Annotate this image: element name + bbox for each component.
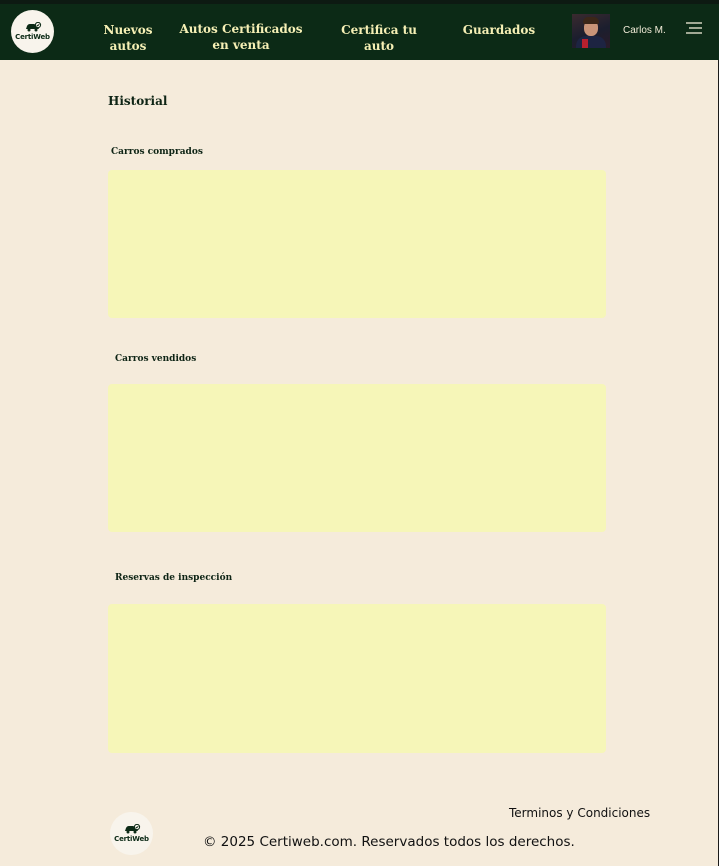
brand-logo-text: CertiWeb [15, 33, 50, 41]
footer-logo[interactable]: CertiWeb [110, 812, 153, 855]
hamburger-menu-icon[interactable] [684, 20, 704, 36]
terms-link[interactable]: Terminos y Condiciones [509, 806, 650, 820]
panel-carros-vendidos [108, 384, 606, 532]
car-check-icon [25, 22, 41, 32]
page-title: Historial [108, 94, 168, 108]
nav-link-guardados[interactable]: Guardados [462, 22, 536, 38]
nav-link-autos-certificados[interactable]: Autos Certificados en venta [177, 21, 305, 53]
section-label-reservas-inspeccion: Reservas de inspección [115, 573, 233, 583]
section-label-carros-comprados: Carros comprados [111, 147, 203, 157]
car-check-icon [124, 824, 140, 834]
navbar: CertiWeb Nuevos autos Autos Certificados… [0, 4, 719, 60]
copyright-text: © 2025 Certiweb.com. Reservados todos lo… [203, 834, 575, 850]
panel-carros-comprados [108, 170, 606, 318]
section-label-carros-vendidos: Carros vendidos [115, 354, 197, 364]
user-avatar[interactable] [572, 14, 610, 48]
panel-reservas-inspeccion [108, 604, 606, 753]
user-name[interactable]: Carlos M. [623, 25, 666, 36]
footer-logo-text: CertiWeb [114, 835, 149, 843]
brand-logo[interactable]: CertiWeb [11, 10, 54, 53]
nav-link-nuevos-autos[interactable]: Nuevos autos [88, 22, 168, 54]
nav-link-certifica-tu-auto[interactable]: Certifica tu auto [325, 22, 433, 54]
